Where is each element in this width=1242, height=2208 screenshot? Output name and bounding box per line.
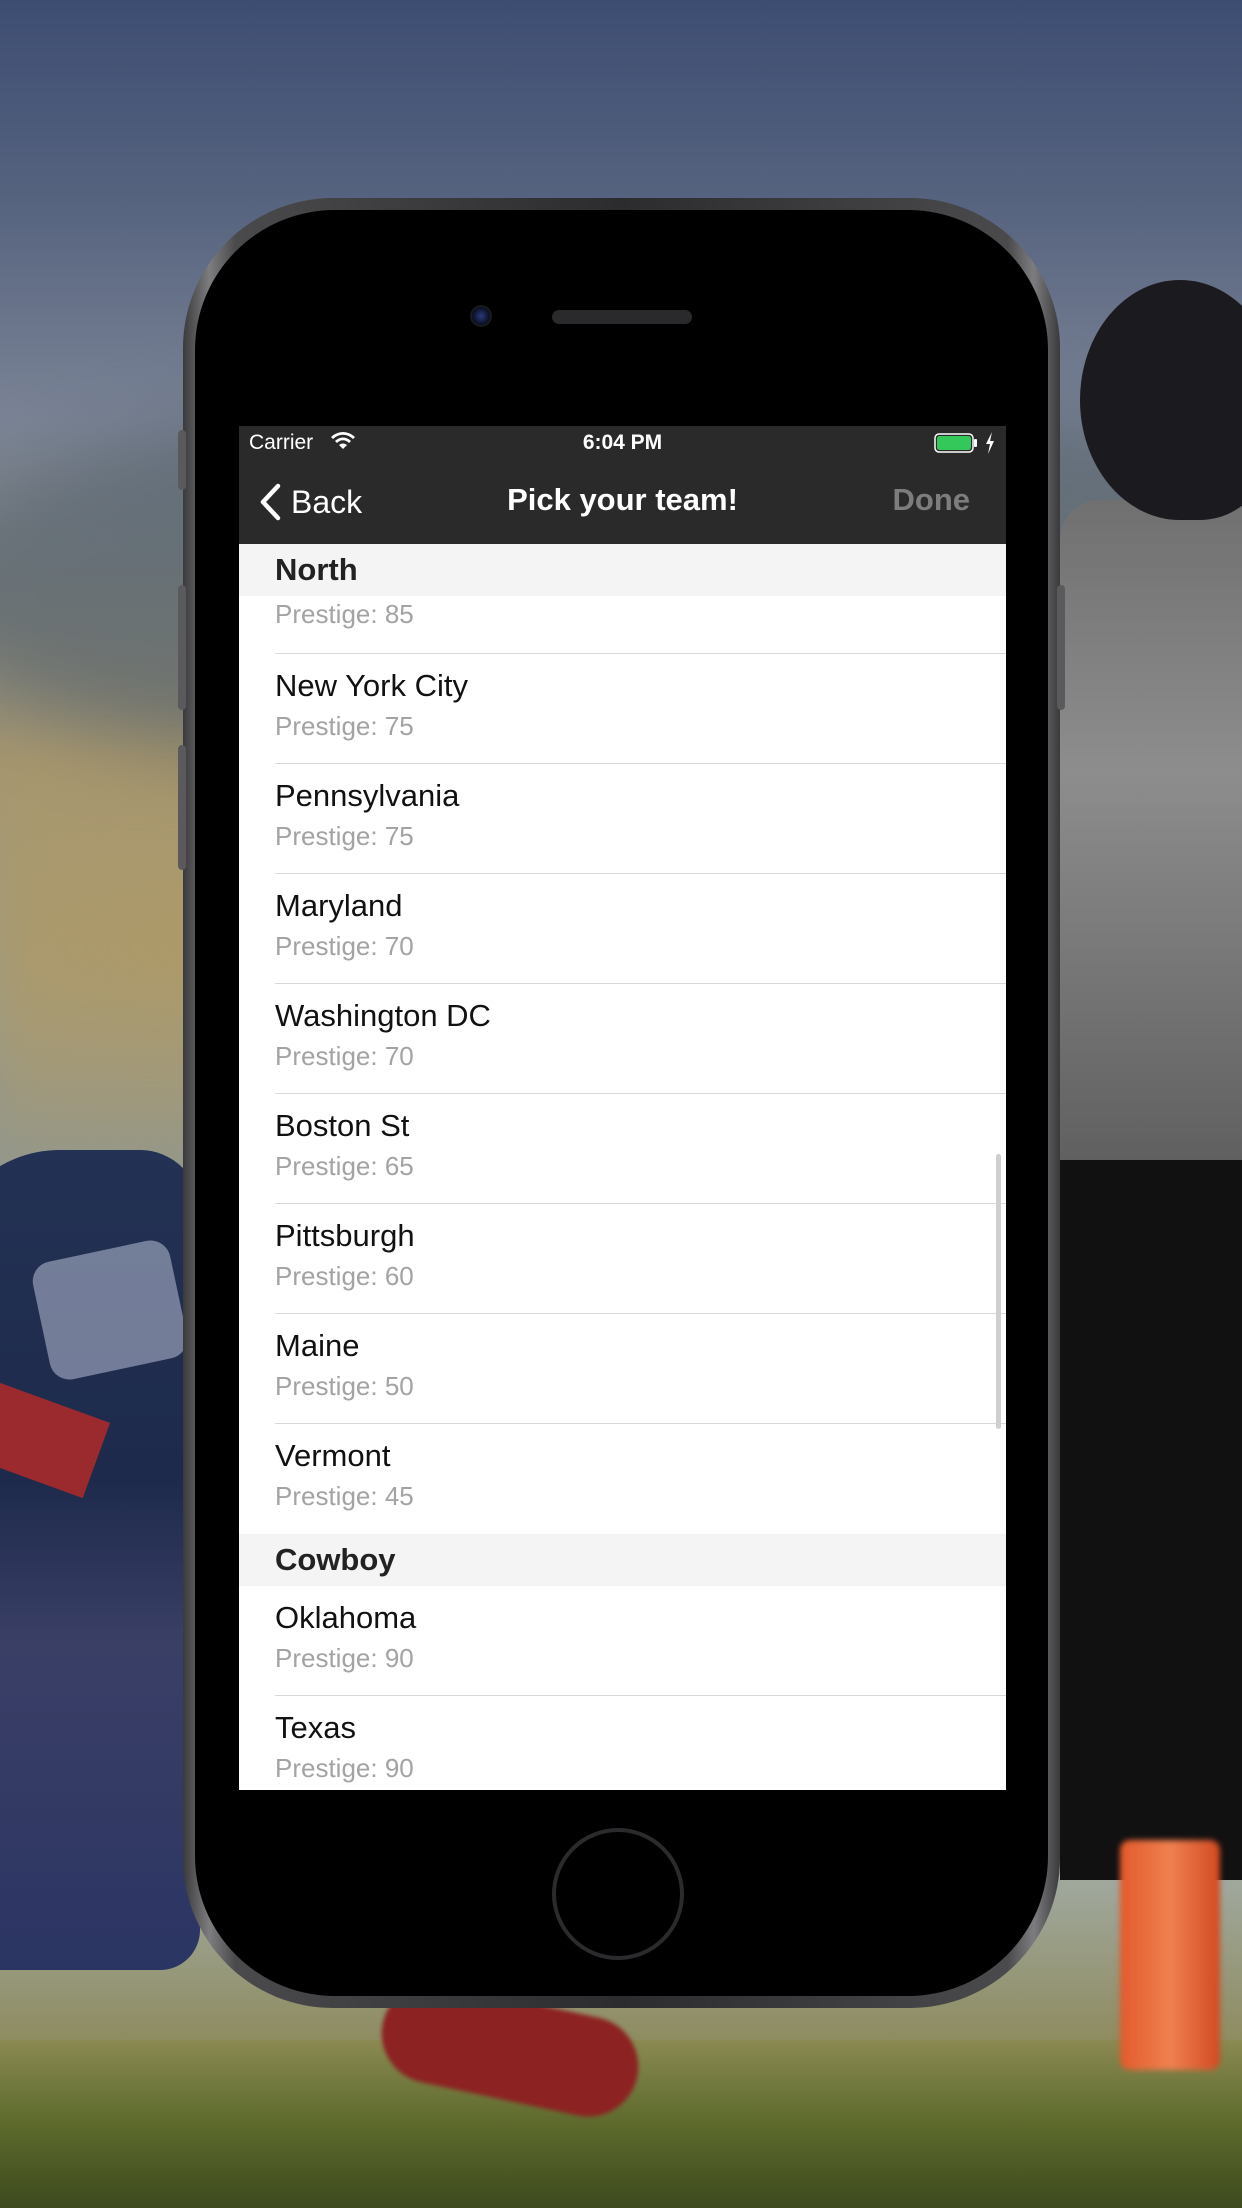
team-row[interactable]: Maine Prestige: 50 — [239, 1314, 1006, 1424]
team-name: Washington DC — [275, 998, 491, 1033]
team-row[interactable]: Washington DC Prestige: 70 — [239, 984, 1006, 1094]
team-name: New York City — [275, 668, 468, 703]
team-row[interactable]: Vermont Prestige: 45 — [239, 1424, 1006, 1534]
field-cone — [1120, 1840, 1220, 2070]
row-prestige: Prestige: 85 — [275, 599, 414, 629]
status-time: 6:04 PM — [582, 431, 663, 454]
team-name: Boston St — [275, 1108, 410, 1143]
team-row[interactable]: Oklahoma Prestige: 90 — [239, 1586, 1006, 1696]
team-prestige: Prestige: 65 — [275, 1151, 414, 1181]
right-player-jersey — [1060, 500, 1242, 1180]
team-prestige: Prestige: 75 — [275, 821, 414, 851]
team-row[interactable]: Boston St Prestige: 65 — [239, 1094, 1006, 1204]
team-row[interactable]: Pennsylvania Prestige: 75 — [239, 764, 1006, 874]
scroll-indicator[interactable] — [996, 1154, 1001, 1429]
team-row[interactable]: Texas Prestige: 90 — [239, 1696, 1006, 1790]
navigation-bar: Back Pick your team! Done — [239, 460, 1006, 544]
page-title: Pick your team! — [507, 482, 738, 517]
team-name: Maine — [275, 1328, 360, 1363]
battery-icon — [934, 433, 977, 453]
done-button[interactable]: Done — [893, 482, 971, 518]
section-header-north: North — [239, 544, 1006, 596]
charging-bolt-icon — [986, 432, 994, 454]
home-button[interactable] — [552, 1828, 684, 1960]
team-name: Vermont — [275, 1438, 391, 1473]
team-prestige: Prestige: 75 — [275, 711, 414, 741]
front-camera — [470, 305, 492, 327]
team-prestige: Prestige: 60 — [275, 1261, 414, 1291]
power-button — [1057, 585, 1065, 710]
status-bar: Carrier 6:04 PM — [239, 426, 1006, 460]
team-prestige: Prestige: 70 — [275, 1041, 414, 1071]
team-name: Maryland — [275, 888, 403, 923]
team-prestige: Prestige: 70 — [275, 931, 414, 961]
team-row[interactable]: Pittsburgh Prestige: 60 — [239, 1204, 1006, 1314]
team-name: Texas — [275, 1710, 356, 1745]
team-prestige: Prestige: 50 — [275, 1371, 414, 1401]
team-row[interactable]: Maryland Prestige: 70 — [239, 874, 1006, 984]
team-prestige: Prestige: 90 — [275, 1643, 414, 1673]
phone-screen: Carrier 6:04 PM Back Pick your team! Don… — [239, 426, 1006, 1790]
team-name: Pennsylvania — [275, 778, 460, 813]
section-header-cowboy: Cowboy — [239, 1534, 1006, 1586]
volume-down-button — [178, 745, 186, 870]
earpiece-speaker — [552, 310, 692, 324]
volume-up-button — [178, 585, 186, 710]
team-name: Pittsburgh — [275, 1218, 415, 1253]
team-prestige: Prestige: 90 — [275, 1753, 414, 1783]
team-list[interactable]: Prestige: 85 North New York City Prestig… — [239, 544, 1006, 1790]
team-prestige: Prestige: 45 — [275, 1481, 414, 1511]
team-name: Oklahoma — [275, 1600, 417, 1635]
team-row[interactable]: New York City Prestige: 75 — [239, 654, 1006, 764]
right-player-pants — [1060, 1160, 1242, 1880]
mute-switch — [178, 430, 186, 490]
